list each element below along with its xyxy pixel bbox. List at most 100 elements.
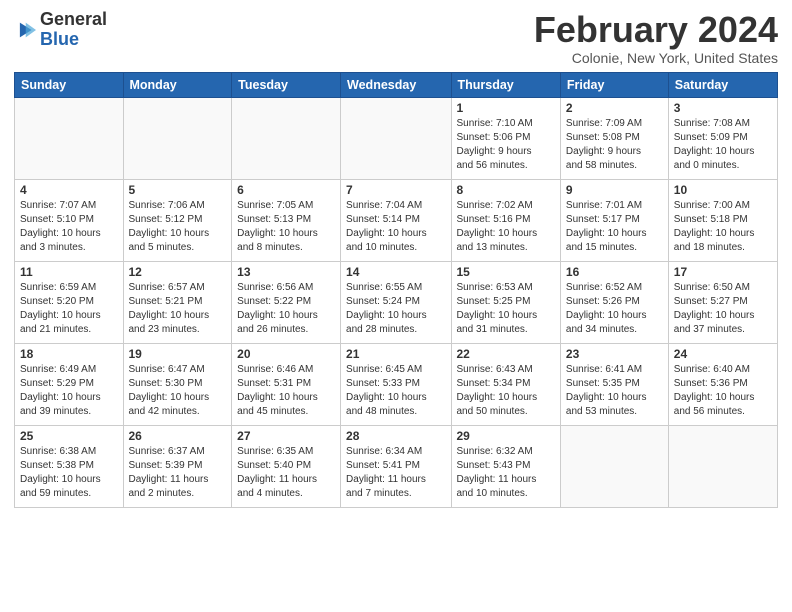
calendar-week-row: 11 Sunrise: 6:59 AMSunset: 5:20 PMDayligh… (15, 261, 778, 343)
day-number: 16 (566, 265, 663, 279)
logo-text: General Blue (40, 10, 107, 50)
day-detail: Sunrise: 6:53 AMSunset: 5:25 PMDaylight:… (457, 281, 555, 337)
table-row: 25Sunrise: 6:38 AMSunset: 5:38 PMDayligh… (15, 425, 124, 507)
logo-icon (14, 19, 36, 41)
day-detail: Sunrise: 6:38 AMSunset: 5:38 PMDaylight:… (20, 445, 118, 501)
table-row (15, 97, 124, 179)
table-row: 16 Sunrise: 6:52 AMSunset: 5:26 PMDayligh… (560, 261, 668, 343)
header-saturday: Saturday (668, 72, 777, 97)
day-number: 6 (237, 183, 335, 197)
day-number: 12 (129, 265, 227, 279)
table-row: 22Sunrise: 6:43 AMSunset: 5:34 PMDayligh… (451, 343, 560, 425)
day-number: 20 (237, 347, 335, 361)
table-row: 11 Sunrise: 6:59 AMSunset: 5:20 PMDayligh… (15, 261, 124, 343)
table-row: 4Sunrise: 7:07 AMSunset: 5:10 PMDaylight… (15, 179, 124, 261)
day-number: 7 (346, 183, 445, 197)
day-number: 17 (674, 265, 772, 279)
calendar-week-row: 1 Sunrise: 7:10 AMSunset: 5:06 PMDaylight… (15, 97, 778, 179)
table-row (123, 97, 232, 179)
day-detail: Sunrise: 6:55 AMSunset: 5:24 PMDaylight:… (346, 281, 445, 337)
day-number: 29 (457, 429, 555, 443)
day-detail: Sunrise: 7:08 AMSunset: 5:09 PMDaylight:… (674, 117, 772, 173)
header-wednesday: Wednesday (341, 72, 451, 97)
table-row: 24Sunrise: 6:40 AMSunset: 5:36 PMDayligh… (668, 343, 777, 425)
location: Colonie, New York, United States (534, 50, 778, 66)
day-number: 22 (457, 347, 555, 361)
day-detail: Sunrise: 6:40 AMSunset: 5:36 PMDaylight:… (674, 363, 772, 419)
day-number: 19 (129, 347, 227, 361)
table-row: 15 Sunrise: 6:53 AMSunset: 5:25 PMDayligh… (451, 261, 560, 343)
day-number: 28 (346, 429, 445, 443)
table-row: 12 Sunrise: 6:57 AMSunset: 5:21 PMDayligh… (123, 261, 232, 343)
day-detail: Sunrise: 6:49 AMSunset: 5:29 PMDaylight:… (20, 363, 118, 419)
day-number: 10 (674, 183, 772, 197)
day-detail: Sunrise: 6:34 AMSunset: 5:41 PMDaylight:… (346, 445, 445, 501)
table-row: 28 Sunrise: 6:34 AMSunset: 5:41 PMDayligh… (341, 425, 451, 507)
calendar: Sunday Monday Tuesday Wednesday Thursday… (14, 72, 778, 508)
header-monday: Monday (123, 72, 232, 97)
day-number: 9 (566, 183, 663, 197)
table-row: 5 Sunrise: 7:06 AMSunset: 5:12 PMDaylight… (123, 179, 232, 261)
table-row: 3 Sunrise: 7:08 AMSunset: 5:09 PMDaylight… (668, 97, 777, 179)
table-row: 23 Sunrise: 6:41 AMSunset: 5:35 PMDayligh… (560, 343, 668, 425)
header-sunday: Sunday (15, 72, 124, 97)
header-friday: Friday (560, 72, 668, 97)
day-number: 27 (237, 429, 335, 443)
page: General Blue February 2024 Colonie, New … (0, 0, 792, 516)
day-detail: Sunrise: 6:50 AMSunset: 5:27 PMDaylight:… (674, 281, 772, 337)
day-number: 3 (674, 101, 772, 115)
table-row: 6 Sunrise: 7:05 AMSunset: 5:13 PMDaylight… (232, 179, 341, 261)
header-tuesday: Tuesday (232, 72, 341, 97)
table-row (668, 425, 777, 507)
day-detail: Sunrise: 7:06 AMSunset: 5:12 PMDaylight:… (129, 199, 227, 255)
table-row: 1 Sunrise: 7:10 AMSunset: 5:06 PMDaylight… (451, 97, 560, 179)
table-row: 7 Sunrise: 7:04 AMSunset: 5:14 PMDaylight… (341, 179, 451, 261)
table-row: 14 Sunrise: 6:55 AMSunset: 5:24 PMDayligh… (341, 261, 451, 343)
day-number: 18 (20, 347, 118, 361)
day-number: 5 (129, 183, 227, 197)
table-row: 20 Sunrise: 6:46 AMSunset: 5:31 PMDayligh… (232, 343, 341, 425)
day-detail: Sunrise: 7:10 AMSunset: 5:06 PMDaylight:… (457, 117, 555, 173)
day-detail: Sunrise: 7:04 AMSunset: 5:14 PMDaylight:… (346, 199, 445, 255)
table-row: 13Sunrise: 6:56 AMSunset: 5:22 PMDayligh… (232, 261, 341, 343)
day-number: 2 (566, 101, 663, 115)
table-row: 17 Sunrise: 6:50 AMSunset: 5:27 PMDayligh… (668, 261, 777, 343)
calendar-week-row: 4Sunrise: 7:07 AMSunset: 5:10 PMDaylight… (15, 179, 778, 261)
table-row: 27 Sunrise: 6:35 AMSunset: 5:40 PMDayligh… (232, 425, 341, 507)
day-detail: Sunrise: 6:35 AMSunset: 5:40 PMDaylight:… (237, 445, 335, 501)
day-detail: Sunrise: 7:07 AMSunset: 5:10 PMDaylight:… (20, 199, 118, 255)
day-detail: Sunrise: 7:02 AMSunset: 5:16 PMDaylight:… (457, 199, 555, 255)
table-row: 10Sunrise: 7:00 AMSunset: 5:18 PMDayligh… (668, 179, 777, 261)
day-detail: Sunrise: 6:56 AMSunset: 5:22 PMDaylight:… (237, 281, 335, 337)
day-detail: Sunrise: 7:01 AMSunset: 5:17 PMDaylight:… (566, 199, 663, 255)
day-number: 15 (457, 265, 555, 279)
calendar-week-row: 25Sunrise: 6:38 AMSunset: 5:38 PMDayligh… (15, 425, 778, 507)
day-detail: Sunrise: 6:45 AMSunset: 5:33 PMDaylight:… (346, 363, 445, 419)
day-detail: Sunrise: 6:37 AMSunset: 5:39 PMDaylight:… (129, 445, 227, 501)
table-row: 21Sunrise: 6:45 AMSunset: 5:33 PMDayligh… (341, 343, 451, 425)
title-block: February 2024 Colonie, New York, United … (534, 10, 778, 66)
day-number: 1 (457, 101, 555, 115)
logo: General Blue (14, 10, 107, 50)
day-number: 11 (20, 265, 118, 279)
day-detail: Sunrise: 6:57 AMSunset: 5:21 PMDaylight:… (129, 281, 227, 337)
month-title: February 2024 (534, 10, 778, 50)
day-detail: Sunrise: 6:52 AMSunset: 5:26 PMDaylight:… (566, 281, 663, 337)
table-row (341, 97, 451, 179)
day-number: 23 (566, 347, 663, 361)
table-row (560, 425, 668, 507)
day-number: 14 (346, 265, 445, 279)
table-row: 2Sunrise: 7:09 AMSunset: 5:08 PMDaylight… (560, 97, 668, 179)
day-detail: Sunrise: 6:46 AMSunset: 5:31 PMDaylight:… (237, 363, 335, 419)
day-detail: Sunrise: 6:32 AMSunset: 5:43 PMDaylight:… (457, 445, 555, 501)
day-detail: Sunrise: 6:59 AMSunset: 5:20 PMDaylight:… (20, 281, 118, 337)
table-row: 8 Sunrise: 7:02 AMSunset: 5:16 PMDaylight… (451, 179, 560, 261)
calendar-week-row: 18 Sunrise: 6:49 AMSunset: 5:29 PMDayligh… (15, 343, 778, 425)
day-number: 8 (457, 183, 555, 197)
table-row: 26Sunrise: 6:37 AMSunset: 5:39 PMDayligh… (123, 425, 232, 507)
table-row: 9 Sunrise: 7:01 AMSunset: 5:17 PMDaylight… (560, 179, 668, 261)
table-row: 19Sunrise: 6:47 AMSunset: 5:30 PMDayligh… (123, 343, 232, 425)
day-detail: Sunrise: 6:41 AMSunset: 5:35 PMDaylight:… (566, 363, 663, 419)
day-detail: Sunrise: 7:05 AMSunset: 5:13 PMDaylight:… (237, 199, 335, 255)
table-row (232, 97, 341, 179)
